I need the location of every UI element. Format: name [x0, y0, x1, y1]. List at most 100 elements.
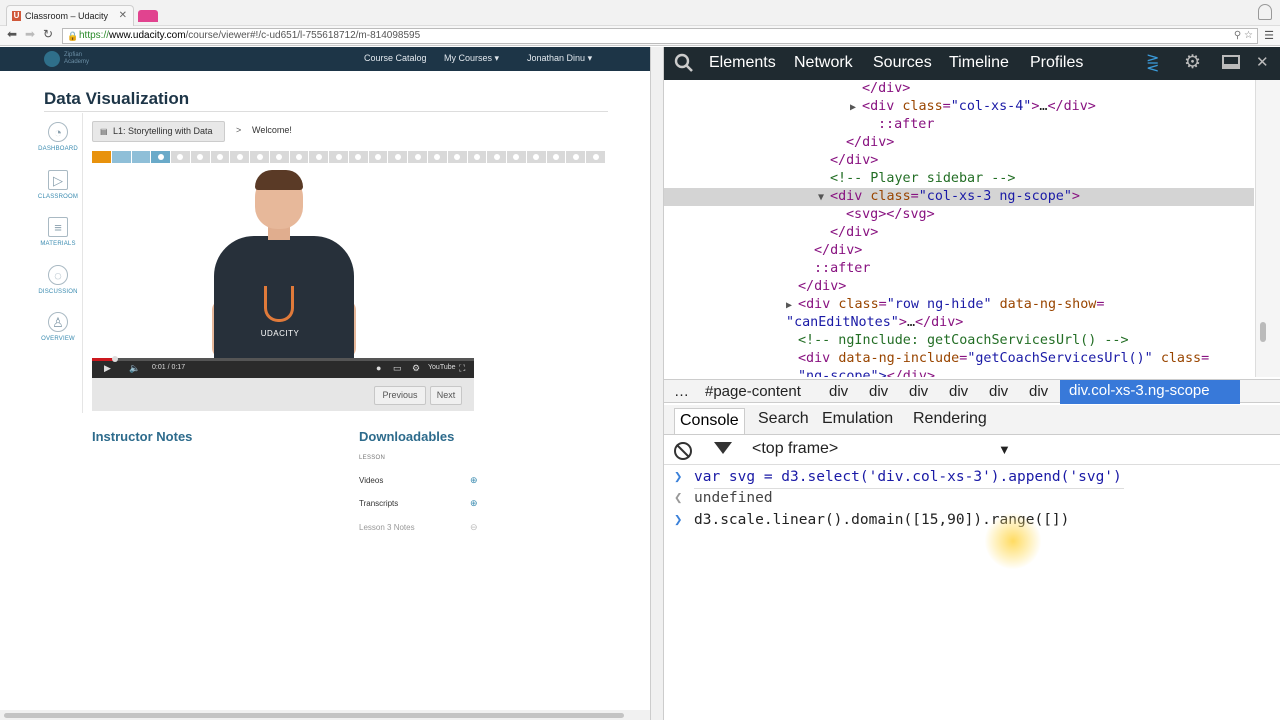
- settings-gear-icon[interactable]: ⚙: [1184, 51, 1201, 74]
- dom-crumb[interactable]: div: [989, 383, 1008, 400]
- download-icon[interactable]: ⊕: [470, 498, 478, 509]
- info-icon[interactable]: ●: [376, 363, 381, 373]
- progress-segment[interactable]: [171, 151, 190, 163]
- sidebar-item-dashboard[interactable]: ◔ DASHBOARD: [34, 122, 82, 152]
- tab-console[interactable]: Console: [674, 408, 745, 434]
- tab-close-icon[interactable]: ✕: [119, 6, 127, 26]
- progress-segment[interactable]: [348, 151, 368, 163]
- expand-triangle-icon[interactable]: ▶: [786, 300, 798, 311]
- search-icon[interactable]: [674, 53, 694, 73]
- show-console-icon[interactable]: ⋛: [1146, 53, 1159, 73]
- progress-segment[interactable]: [269, 151, 289, 163]
- progress-segment[interactable]: [151, 151, 171, 163]
- video-seek-bar[interactable]: [92, 358, 474, 361]
- browser-menu-icon[interactable]: ☰: [1264, 29, 1274, 42]
- fullscreen-icon[interactable]: ⛶: [459, 363, 465, 374]
- sidebar-item-classroom[interactable]: ▷ CLASSROOM: [34, 170, 82, 200]
- dom-crumb[interactable]: div: [949, 383, 968, 400]
- dom-comment[interactable]: <!-- ngInclude: getCoachServicesUrl() --…: [798, 332, 1129, 350]
- dom-node[interactable]: ▶ <div class="col-xs-4">…</div>: [850, 98, 1096, 116]
- progress-segment[interactable]: [408, 151, 428, 163]
- url-input[interactable]: 🔒 https://www.udacity.com/course/viewer#!…: [62, 28, 1258, 44]
- console-prompt-line[interactable]: ❯ d3.scale.linear().domain([15,90]).range…: [664, 509, 1280, 531]
- console-output[interactable]: ❯ var svg = d3.select('div.col-xs-3').app…: [664, 465, 1280, 720]
- bookmark-star-icon[interactable]: ☆: [1244, 30, 1253, 41]
- settings-gear-icon[interactable]: ⚙: [412, 363, 420, 374]
- download-icon[interactable]: ⊕: [470, 475, 478, 486]
- tab-profiles[interactable]: Profiles: [1030, 54, 1083, 72]
- progress-segment[interactable]: [111, 151, 131, 163]
- dom-node[interactable]: <div data-ng-include="getCoachServicesUr…: [798, 350, 1209, 368]
- dom-comment[interactable]: <!-- Player sidebar -->: [830, 170, 1015, 188]
- progress-segment[interactable]: [566, 151, 586, 163]
- nav-my-courses[interactable]: My Courses ▾: [444, 53, 499, 64]
- tab-emulation[interactable]: Emulation: [822, 410, 893, 428]
- progress-segment[interactable]: [131, 151, 151, 163]
- tab-timeline[interactable]: Timeline: [949, 54, 1009, 72]
- sidebar-item-overview[interactable]: ♙ OVERVIEW: [34, 312, 82, 342]
- dom-crumb[interactable]: #page-content: [705, 383, 801, 400]
- dom-node[interactable]: </div>: [798, 278, 846, 296]
- dom-node[interactable]: ::after: [878, 116, 934, 134]
- filter-icon[interactable]: [714, 442, 732, 454]
- progress-segment[interactable]: [546, 151, 566, 163]
- dom-node[interactable]: </div>: [846, 134, 894, 152]
- dropdown-arrow-icon[interactable]: ▼: [998, 442, 1011, 457]
- dom-crumb[interactable]: …: [674, 383, 689, 400]
- reload-icon[interactable]: ↻: [40, 27, 56, 41]
- progress-segment[interactable]: [230, 151, 250, 163]
- browser-tab-classroom[interactable]: U Classroom – Udacity ✕: [6, 5, 134, 27]
- tab-rendering[interactable]: Rendering: [913, 410, 987, 428]
- console-input-line[interactable]: ❯ var svg = d3.select('div.col-xs-3').app…: [664, 466, 1280, 488]
- new-tab-button[interactable]: [138, 10, 158, 22]
- dom-crumb[interactable]: div: [829, 383, 848, 400]
- progress-segment[interactable]: [329, 151, 348, 163]
- sidebar-item-materials[interactable]: ≡ MATERIALS: [34, 217, 82, 247]
- tab-elements[interactable]: Elements: [709, 54, 776, 72]
- scrollbar-thumb[interactable]: [4, 713, 624, 718]
- dom-crumb[interactable]: div: [1029, 383, 1048, 400]
- dom-node-selected[interactable]: ▼ <div class="col-xs-3 ng-scope">: [664, 188, 1254, 206]
- dock-side-icon[interactable]: [1222, 55, 1240, 69]
- frame-select[interactable]: <top frame>: [752, 440, 838, 458]
- forward-arrow-icon[interactable]: ➡: [22, 27, 38, 41]
- clear-console-icon[interactable]: [674, 442, 692, 460]
- tab-network[interactable]: Network: [794, 54, 853, 72]
- video-scrubber-handle[interactable]: [111, 356, 118, 362]
- progress-segment[interactable]: [447, 151, 467, 163]
- progress-segment[interactable]: [526, 151, 546, 163]
- zipfian-logo-icon[interactable]: [44, 51, 60, 67]
- dom-crumb-active[interactable]: div.col-xs-3.ng-scope: [1060, 380, 1240, 404]
- tab-search[interactable]: Search: [758, 410, 809, 428]
- download-videos-link[interactable]: Videos: [359, 476, 383, 485]
- dom-node[interactable]: <svg></svg>: [846, 206, 935, 224]
- progress-segment[interactable]: [289, 151, 309, 163]
- elements-scrollbar[interactable]: [1255, 80, 1280, 377]
- progress-segment[interactable]: [190, 151, 210, 163]
- progress-segment[interactable]: [428, 151, 447, 163]
- progress-segment[interactable]: [250, 151, 269, 163]
- nav-user-menu[interactable]: Jonathan Dinu ▾: [527, 53, 592, 64]
- download-transcripts-link[interactable]: Transcripts: [359, 499, 398, 508]
- dom-node[interactable]: ::after: [814, 260, 870, 278]
- dom-crumb[interactable]: div: [909, 383, 928, 400]
- dom-node[interactable]: ▶ <div class="row ng-hide" data-ng-show=: [786, 296, 1104, 314]
- youtube-logo-icon[interactable]: YouTube: [428, 364, 456, 371]
- expand-triangle-icon[interactable]: ▶: [850, 102, 862, 113]
- volume-icon[interactable]: 🔈: [129, 363, 140, 374]
- progress-segment[interactable]: [309, 151, 329, 163]
- zoom-icon[interactable]: ⚲: [1234, 30, 1241, 41]
- scrollbar-thumb[interactable]: [1260, 322, 1266, 342]
- play-icon[interactable]: ▶: [104, 363, 111, 374]
- collapse-triangle-icon[interactable]: ▼: [818, 192, 830, 203]
- back-arrow-icon[interactable]: ⬅: [4, 27, 20, 41]
- progress-segment[interactable]: [586, 151, 605, 163]
- dom-node[interactable]: </div>: [862, 80, 910, 98]
- profile-icon[interactable]: [1258, 4, 1272, 20]
- next-button[interactable]: Next: [430, 386, 462, 405]
- progress-segment[interactable]: [507, 151, 526, 163]
- dom-crumb[interactable]: div: [869, 383, 888, 400]
- devtools-splitter[interactable]: [650, 47, 664, 720]
- dom-node[interactable]: </div>: [830, 152, 878, 170]
- progress-segment[interactable]: [92, 151, 111, 163]
